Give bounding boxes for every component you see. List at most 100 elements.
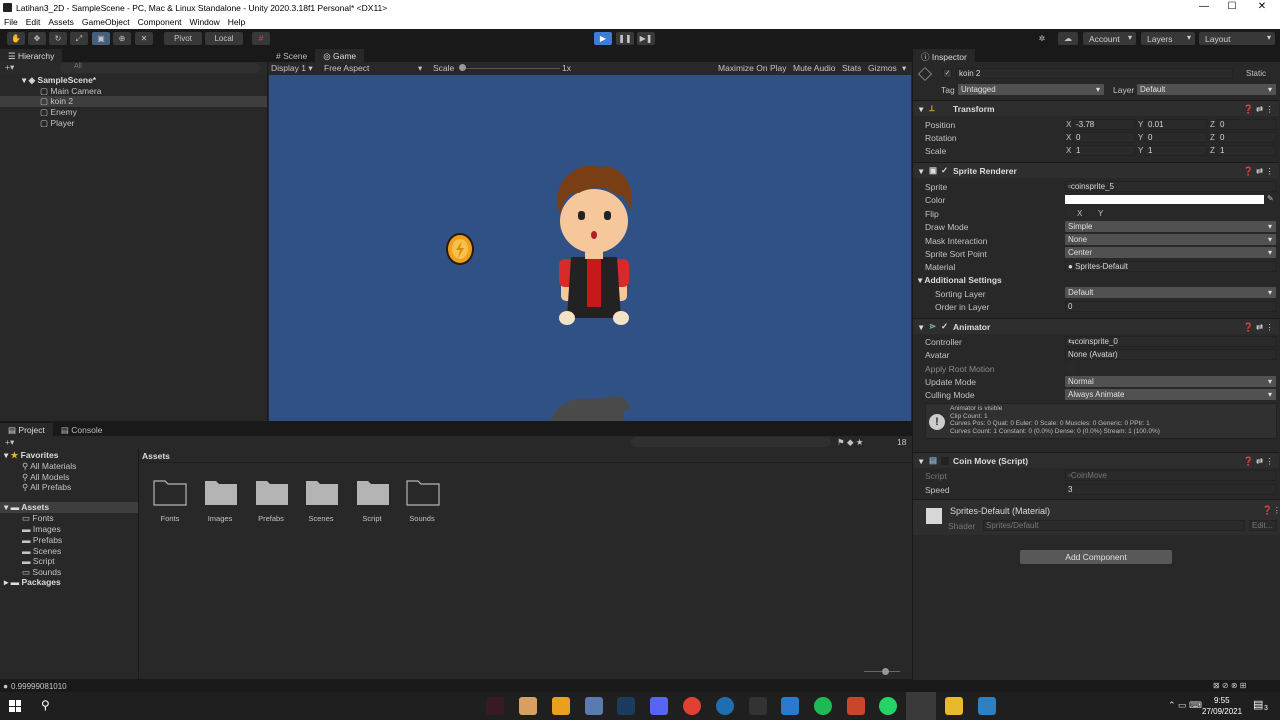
scale-x-field[interactable]: 1 bbox=[1073, 145, 1135, 156]
avatar-field[interactable]: None (Avatar) bbox=[1065, 349, 1276, 360]
menu-gameobject[interactable]: GameObject bbox=[78, 15, 134, 29]
flip-x-checkbox[interactable] bbox=[1066, 209, 1074, 217]
grid-snap-icon[interactable]: # bbox=[252, 32, 270, 45]
material-field[interactable]: ● Sprites-Default bbox=[1065, 261, 1276, 272]
transform-tool-icon[interactable]: ⊕ bbox=[113, 32, 131, 45]
stats-toggle[interactable]: Stats bbox=[842, 63, 861, 73]
project-search-input[interactable] bbox=[631, 437, 831, 447]
position-x-field[interactable]: -3.78 bbox=[1073, 119, 1135, 130]
material-settings-icon[interactable]: ❓⋮ bbox=[1262, 505, 1280, 516]
color-swatch[interactable] bbox=[1065, 195, 1264, 204]
menu-component[interactable]: Component bbox=[134, 15, 186, 29]
position-z-field[interactable]: 0 bbox=[1217, 119, 1276, 130]
rotation-y-field[interactable]: 0 bbox=[1145, 132, 1207, 143]
shader-edit-button[interactable]: Edit... bbox=[1249, 520, 1277, 531]
folder-icon[interactable] bbox=[406, 478, 440, 508]
local-toggle[interactable]: Local bbox=[205, 32, 243, 45]
epic-games-icon[interactable] bbox=[749, 697, 767, 715]
gizmos-toggle[interactable]: Gizmos bbox=[868, 63, 897, 73]
hierarchy-item-enemy[interactable]: ▢ Enemy bbox=[40, 107, 77, 118]
clock-time[interactable]: 9:55 bbox=[1214, 696, 1230, 705]
game-viewport[interactable] bbox=[269, 75, 911, 421]
folder-icon[interactable] bbox=[204, 478, 238, 508]
hierarchy-item-koin-2[interactable]: ▢ koin 2 bbox=[0, 96, 267, 107]
tab-inspector[interactable]: ⓘ Inspector bbox=[913, 49, 975, 62]
tab-hierarchy[interactable]: ☰ Hierarchy bbox=[0, 49, 63, 62]
additional-settings-foldout[interactable]: ▾ Additional Settings bbox=[918, 275, 1002, 286]
tree-fonts[interactable]: ▭ Fonts bbox=[22, 513, 54, 524]
pause-icon[interactable]: ❚❚ bbox=[616, 32, 634, 45]
breadcrumb-label[interactable]: Assets bbox=[142, 451, 170, 461]
whatsapp-icon[interactable] bbox=[879, 697, 897, 715]
speed-field[interactable]: 3 bbox=[1065, 484, 1276, 495]
coin-move-header[interactable]: ▾ ▤ Coin Move (Script) ❓ ⇄ ⋮ bbox=[913, 452, 1279, 468]
folder-icon[interactable] bbox=[153, 478, 187, 508]
tab-project[interactable]: ▤ Project bbox=[0, 423, 53, 436]
status-text[interactable]: 0.99999081010 bbox=[11, 682, 67, 691]
tab-game[interactable]: ◎ Game bbox=[315, 49, 365, 62]
static-toggle[interactable]: Static bbox=[1246, 69, 1266, 78]
account-dropdown[interactable]: Account bbox=[1083, 32, 1136, 45]
notification-icon[interactable]: ▤ bbox=[1253, 698, 1263, 711]
tree-scenes[interactable]: ▬ Scenes bbox=[22, 546, 61, 556]
culling-mode-dropdown[interactable]: Always Animate bbox=[1065, 389, 1276, 400]
maximize-button[interactable]: ☐ bbox=[1217, 1, 1247, 12]
shader-dropdown[interactable]: Sprites/Default bbox=[983, 520, 1245, 531]
sprite-sort-point-dropdown[interactable]: Center bbox=[1065, 247, 1276, 258]
transform-header[interactable]: ▾ ⟂ Transform ❓ ⇄ ⋮ bbox=[913, 100, 1279, 116]
layout-dropdown[interactable]: Layout bbox=[1199, 32, 1275, 45]
app-icon-3[interactable] bbox=[552, 697, 570, 715]
tab-console[interactable]: ▤ Console bbox=[53, 423, 111, 436]
maximize-on-play-toggle[interactable]: Maximize On Play bbox=[718, 63, 787, 73]
create-plus-icon[interactable]: +▾ bbox=[5, 437, 14, 448]
tree-images[interactable]: ▬ Images bbox=[22, 524, 61, 534]
menu-help[interactable]: Help bbox=[224, 15, 249, 29]
unity-taskbar-icon[interactable] bbox=[906, 692, 936, 720]
scale-y-field[interactable]: 1 bbox=[1145, 145, 1207, 156]
animator-header[interactable]: ▾ ⋗ ✓ Animator ❓ ⇄ ⋮ bbox=[913, 318, 1279, 334]
create-plus-icon[interactable]: +▾ bbox=[5, 62, 14, 73]
app-icon-1[interactable] bbox=[486, 697, 504, 715]
app-icon-16[interactable] bbox=[978, 697, 996, 715]
scale-z-field[interactable]: 1 bbox=[1217, 145, 1276, 156]
step-icon[interactable]: ▶❚ bbox=[637, 32, 655, 45]
cloud-icon[interactable]: ☁ bbox=[1058, 32, 1078, 45]
tab-scene[interactable]: # Scene bbox=[268, 49, 315, 62]
file-explorer-icon[interactable] bbox=[945, 697, 963, 715]
collab-icon[interactable]: ✲ bbox=[1034, 32, 1050, 45]
hand-tool-icon[interactable]: ✋ bbox=[7, 32, 25, 45]
close-button[interactable]: ✕ bbox=[1247, 1, 1277, 12]
help-settings-icons[interactable]: ❓ ⇄ ⋮ bbox=[1243, 166, 1274, 177]
scene-root[interactable]: ▾ ◈ SampleScene* bbox=[22, 75, 96, 86]
tray-icons[interactable]: ⌃ ▭ ⌨ bbox=[1168, 700, 1202, 711]
fav-all-materials[interactable]: ⚲ All Materials bbox=[22, 461, 76, 472]
object-name-field[interactable]: koin 2 bbox=[956, 68, 1233, 79]
move-tool-icon[interactable]: ✥ bbox=[28, 32, 46, 45]
menu-assets[interactable]: Assets bbox=[44, 15, 78, 29]
help-settings-icons[interactable]: ❓ ⇄ ⋮ bbox=[1243, 456, 1274, 467]
tree-script[interactable]: ▬ Script bbox=[22, 556, 55, 566]
sorting-layer-dropdown[interactable]: Default bbox=[1065, 287, 1276, 298]
draw-mode-dropdown[interactable]: Simple bbox=[1065, 221, 1276, 232]
active-checkbox[interactable]: ✓ bbox=[943, 69, 952, 78]
windows-start-icon[interactable] bbox=[9, 700, 21, 712]
pivot-toggle[interactable]: Pivot bbox=[164, 32, 202, 45]
steam-icon[interactable] bbox=[617, 697, 635, 715]
spotify-icon[interactable] bbox=[814, 697, 832, 715]
scale-slider[interactable] bbox=[460, 68, 560, 69]
menu-window[interactable]: Window bbox=[186, 15, 224, 29]
minimize-button[interactable]: — bbox=[1189, 1, 1219, 12]
display-dropdown[interactable]: Display 1 ▾ bbox=[271, 63, 313, 74]
app-icon-2[interactable] bbox=[519, 697, 537, 715]
folder-icon[interactable] bbox=[356, 478, 390, 508]
search-input[interactable]: All bbox=[60, 63, 260, 73]
enabled-checkbox[interactable]: ✓ bbox=[941, 321, 948, 332]
order-in-layer-field[interactable]: 0 bbox=[1065, 301, 1276, 312]
app-icon-10[interactable] bbox=[781, 697, 799, 715]
assets-tree-root[interactable]: ▾ ▬ Assets bbox=[0, 502, 138, 513]
powerpoint-icon[interactable] bbox=[847, 697, 865, 715]
position-y-field[interactable]: 0.01 bbox=[1145, 119, 1207, 130]
project-toolbar-icons[interactable]: ⚑ ◆ ★ bbox=[837, 437, 864, 448]
mute-audio-toggle[interactable]: Mute Audio bbox=[793, 63, 836, 73]
flip-y-checkbox[interactable] bbox=[1088, 209, 1096, 217]
